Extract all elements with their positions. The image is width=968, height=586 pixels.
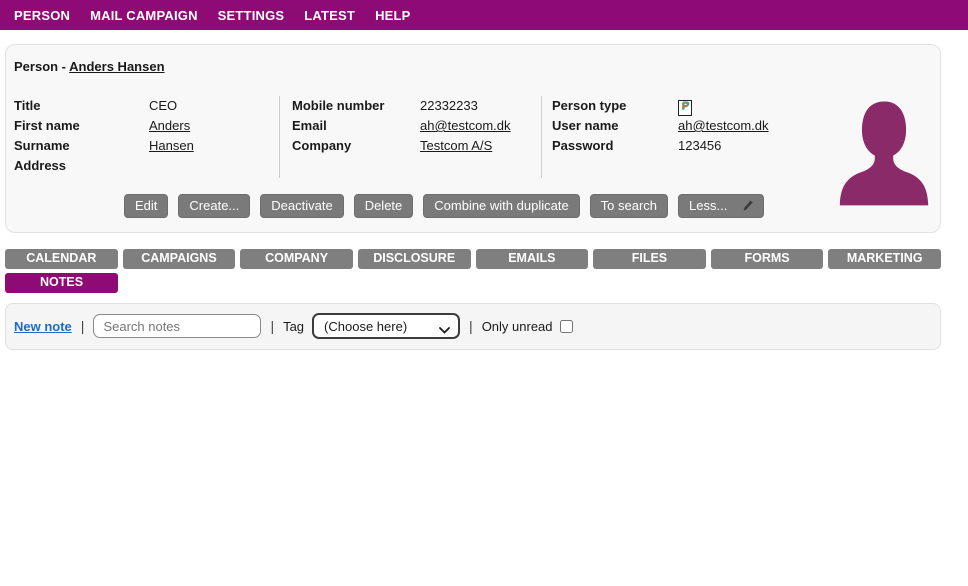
nav-item-settings[interactable]: SETTINGS — [218, 8, 285, 23]
field-value-user-name-link[interactable]: ah@testcom.dk — [678, 116, 769, 136]
field-row-person-type: Person type P — [552, 96, 821, 116]
tab-row-1: CALENDAR CAMPAIGNS COMPANY DISCLOSURE EM… — [5, 249, 941, 269]
person-type-icon: P — [678, 100, 692, 116]
field-value-email-link[interactable]: ah@testcom.dk — [420, 116, 511, 136]
field-row-surname: Surname Hansen — [14, 136, 279, 156]
tag-select[interactable]: (Choose here) — [312, 313, 460, 339]
top-navigation: PERSON MAIL CAMPAIGN SETTINGS LATEST HEL… — [0, 0, 968, 30]
field-row-user-name: User name ah@testcom.dk — [552, 116, 821, 136]
tab-disclosure[interactable]: DISCLOSURE — [358, 249, 471, 269]
field-column-contact: Mobile number 22332233 Email ah@testcom.… — [279, 96, 541, 178]
field-label: Title — [14, 96, 149, 116]
tab-row-2: NOTES — [5, 273, 941, 293]
person-avatar-icon — [838, 99, 930, 206]
tab-marketing[interactable]: MARKETING — [828, 249, 941, 269]
tag-label: Tag — [283, 319, 304, 334]
field-value-person-type: P — [678, 96, 692, 116]
edit-button[interactable]: Edit — [124, 194, 168, 218]
nav-item-latest[interactable]: LATEST — [304, 8, 355, 23]
deactivate-button[interactable]: Deactivate — [260, 194, 343, 218]
field-label: Person type — [552, 96, 678, 116]
field-row-address: Address — [14, 156, 279, 176]
field-label: Email — [292, 116, 420, 136]
tab-notes-active[interactable]: NOTES — [5, 273, 118, 293]
delete-button[interactable]: Delete — [354, 194, 414, 218]
tag-select-value: (Choose here) — [324, 319, 407, 334]
action-button-row: Edit Create... Deactivate Delete Combine… — [124, 194, 940, 218]
tab-emails[interactable]: EMAILS — [476, 249, 589, 269]
tab-forms[interactable]: FORMS — [711, 249, 824, 269]
field-row-company: Company Testcom A/S — [292, 136, 541, 156]
field-label: First name — [14, 116, 149, 136]
chevron-down-icon — [439, 322, 450, 337]
field-label: User name — [552, 116, 678, 136]
only-unread-label: Only unread — [482, 319, 553, 334]
field-label: Surname — [14, 136, 149, 156]
nav-item-help[interactable]: HELP — [375, 8, 410, 23]
person-card: Person - Anders Hansen Title CEO First n… — [5, 44, 941, 233]
section-tabs: CALENDAR CAMPAIGNS COMPANY DISCLOSURE EM… — [5, 249, 941, 293]
tab-campaigns[interactable]: CAMPAIGNS — [123, 249, 236, 269]
field-column-identity: Title CEO First name Anders Surname Hans… — [6, 96, 279, 178]
field-row-mobile: Mobile number 22332233 — [292, 96, 541, 116]
field-value-password: 123456 — [678, 136, 721, 156]
nav-item-person[interactable]: PERSON — [14, 8, 70, 23]
field-row-title: Title CEO — [14, 96, 279, 116]
create-button[interactable]: Create... — [178, 194, 250, 218]
nav-item-mail-campaign[interactable]: MAIL CAMPAIGN — [90, 8, 198, 23]
new-note-link[interactable]: New note — [14, 319, 72, 334]
less-button-label: Less... — [689, 198, 727, 213]
field-value-first-name-link[interactable]: Anders — [149, 116, 190, 136]
tab-files[interactable]: FILES — [593, 249, 706, 269]
person-fields: Title CEO First name Anders Surname Hans… — [6, 96, 940, 178]
combine-with-duplicate-button[interactable]: Combine with duplicate — [423, 194, 579, 218]
to-search-button[interactable]: To search — [590, 194, 668, 218]
toolbar-separator: | — [469, 318, 473, 334]
toolbar-separator: | — [270, 318, 274, 334]
pencil-icon — [743, 200, 753, 212]
search-notes-input[interactable] — [93, 314, 261, 338]
page-title: Person - Anders Hansen — [6, 59, 940, 74]
less-button[interactable]: Less... — [678, 194, 764, 218]
notes-toolbar: New note | | Tag (Choose here) | Only un… — [5, 303, 941, 350]
field-value-title: CEO — [149, 96, 177, 116]
tab-calendar[interactable]: CALENDAR — [5, 249, 118, 269]
field-label: Address — [14, 156, 149, 176]
field-label: Password — [552, 136, 678, 156]
field-label: Company — [292, 136, 420, 156]
page-title-prefix: Person - — [14, 59, 66, 74]
field-label: Mobile number — [292, 96, 420, 116]
tab-company[interactable]: COMPANY — [240, 249, 353, 269]
field-value-surname-link[interactable]: Hansen — [149, 136, 194, 156]
field-value-company-link[interactable]: Testcom A/S — [420, 136, 492, 156]
person-name-link[interactable]: Anders Hansen — [69, 59, 164, 74]
field-row-first-name: First name Anders — [14, 116, 279, 136]
field-value-mobile: 22332233 — [420, 96, 478, 116]
field-row-password: Password 123456 — [552, 136, 821, 156]
field-column-account: Person type P User name ah@testcom.dk Pa… — [541, 96, 821, 178]
field-row-email: Email ah@testcom.dk — [292, 116, 541, 136]
toolbar-separator: | — [81, 318, 85, 334]
only-unread-checkbox[interactable] — [560, 320, 573, 333]
